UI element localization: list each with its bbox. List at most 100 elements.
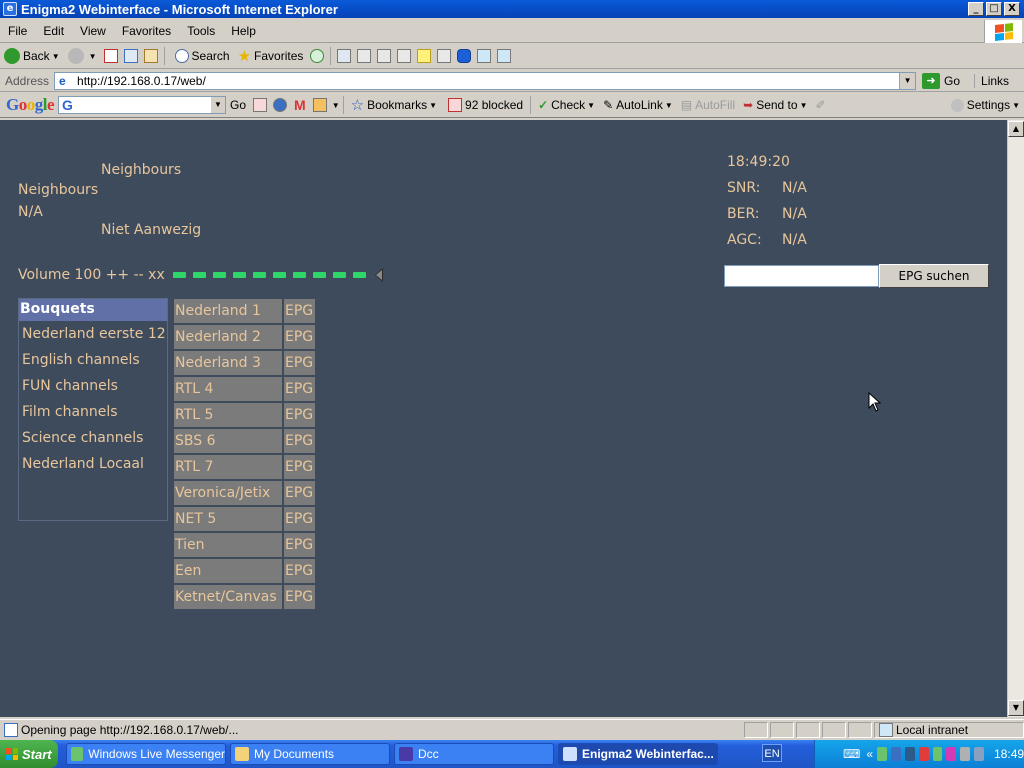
epg-search-input[interactable] — [724, 265, 879, 287]
channel-epg-link[interactable]: EPG — [284, 481, 315, 505]
notes-icon[interactable] — [417, 49, 432, 63]
channel-name[interactable]: Nederland 3 — [174, 351, 282, 375]
volume-segment[interactable] — [192, 272, 206, 278]
highlighter-button[interactable]: ✐ — [811, 94, 829, 116]
channel-epg-link[interactable]: EPG — [284, 559, 315, 583]
channel-epg-link[interactable]: EPG — [284, 377, 315, 401]
globe-icon[interactable] — [273, 98, 288, 112]
chevron-down-icon[interactable]: ▼ — [899, 72, 916, 89]
google-logo[interactable]: Google — [6, 95, 55, 115]
channel-name[interactable]: Nederland 2 — [174, 325, 282, 349]
edit-icon[interactable] — [377, 49, 392, 63]
channel-epg-link[interactable]: EPG — [284, 299, 315, 323]
google-search-input[interactable]: G ▼ — [58, 96, 227, 114]
address-input[interactable]: e http://192.168.0.17/web/ ▼ — [54, 71, 917, 90]
menu-edit[interactable]: Edit — [35, 24, 72, 38]
stop-icon[interactable] — [103, 49, 118, 63]
channel-name[interactable]: Tien — [174, 533, 282, 557]
keyboard-icon[interactable]: ⌨ — [843, 747, 860, 761]
tools-tray-icon[interactable] — [974, 747, 985, 761]
maximize-button[interactable]: □ — [986, 2, 1002, 16]
volume-segment[interactable] — [252, 272, 266, 278]
channel-name[interactable]: RTL 5 — [174, 403, 282, 427]
show-hidden-icons[interactable]: « — [866, 747, 873, 761]
scroll-down-icon[interactable]: ▼ — [1008, 700, 1024, 716]
autolink-button[interactable]: ✎ AutoLink ▼ — [599, 94, 677, 116]
bouquet-item[interactable]: Film channels — [19, 401, 167, 423]
monitor-icon[interactable] — [904, 747, 915, 761]
epg-search-button[interactable]: EPG suchen — [879, 264, 989, 288]
scroll-up-icon[interactable]: ▲ — [1008, 121, 1024, 137]
chevron-down-icon[interactable]: ▼ — [332, 101, 340, 110]
channel-name[interactable]: Veronica/Jetix — [174, 481, 282, 505]
links-button[interactable]: Links — [974, 73, 1009, 88]
bouquet-item[interactable]: English channels — [19, 349, 167, 371]
bookmarks-button[interactable]: ☆ Bookmarks ▼ — [347, 94, 441, 116]
menu-view[interactable]: View — [72, 24, 114, 38]
history-icon[interactable] — [310, 49, 325, 63]
start-button[interactable]: Start — [0, 740, 58, 768]
channel-epg-link[interactable]: EPG — [284, 403, 315, 427]
discuss-icon[interactable] — [397, 49, 412, 63]
bouquet-item[interactable]: Nederland eerste 12 — [19, 323, 167, 345]
channel-name[interactable]: Een — [174, 559, 282, 583]
volume-segment[interactable] — [272, 272, 286, 278]
bluetooth-tray-icon[interactable] — [946, 747, 957, 761]
volume-segment[interactable] — [332, 272, 346, 278]
channel-epg-link[interactable]: EPG — [284, 533, 315, 557]
gmail-icon[interactable]: M — [294, 97, 306, 113]
volume-text[interactable]: Volume 100 ++ -- xx — [18, 267, 165, 283]
menu-help[interactable]: Help — [223, 24, 264, 38]
tools-icon[interactable] — [497, 49, 512, 63]
channel-epg-link[interactable]: EPG — [284, 585, 315, 609]
volume-segment[interactable] — [312, 272, 326, 278]
task-my-documents[interactable]: My Documents — [230, 743, 390, 765]
minimize-button[interactable]: _ — [968, 2, 984, 16]
bluetooth-icon[interactable] — [457, 49, 472, 63]
bouquet-item[interactable]: Science channels — [19, 427, 167, 449]
volume-segment[interactable] — [212, 272, 226, 278]
language-indicator[interactable]: EN — [762, 744, 782, 762]
menu-tools[interactable]: Tools — [179, 24, 223, 38]
vertical-scrollbar[interactable]: ▲ ▼ — [1007, 120, 1024, 717]
channel-name[interactable]: Nederland 1 — [174, 299, 282, 323]
popup-blocker-button[interactable]: 92 blocked — [441, 94, 527, 116]
mail-icon[interactable] — [337, 49, 352, 63]
channel-epg-link[interactable]: EPG — [284, 507, 315, 531]
news-icon[interactable] — [253, 98, 268, 112]
volume-segment[interactable] — [232, 272, 246, 278]
tray-clock[interactable]: 18:49 — [994, 747, 1024, 761]
menu-file[interactable]: File — [0, 24, 35, 38]
go-button[interactable]: ➜ Go — [922, 72, 960, 89]
channel-epg-link[interactable]: EPG — [284, 455, 315, 479]
messenger-icon[interactable] — [437, 49, 452, 63]
spell-check-button[interactable]: ✓ Check ▼ — [534, 94, 599, 116]
forward-button[interactable]: ▼ — [64, 45, 101, 67]
security-zone[interactable]: Local intranet — [874, 721, 1024, 738]
task-dcc[interactable]: Dcc — [394, 743, 554, 765]
task-enigma2[interactable]: Enigma2 Webinterfac... — [558, 743, 718, 765]
channel-name[interactable]: RTL 4 — [174, 377, 282, 401]
volume-segment[interactable] — [292, 272, 306, 278]
search-button[interactable]: Search — [168, 45, 234, 67]
puzzle-icon[interactable] — [312, 98, 327, 112]
google-go-button[interactable]: Go — [226, 94, 250, 116]
task-messenger[interactable]: Windows Live Messenger — [66, 743, 226, 765]
bouquet-item[interactable]: FUN channels — [19, 375, 167, 397]
address-url[interactable]: http://192.168.0.17/web/ — [77, 74, 206, 88]
send-to-button[interactable]: ➥ Send to ▼ — [739, 94, 811, 116]
favorites-button[interactable]: ★ Favorites — [234, 45, 308, 67]
channel-epg-link[interactable]: EPG — [284, 325, 315, 349]
channel-epg-link[interactable]: EPG — [284, 351, 315, 375]
bouquet-item[interactable]: Nederland Locaal — [19, 453, 167, 475]
print-icon[interactable] — [357, 49, 372, 63]
settings-tray-icon[interactable] — [960, 747, 971, 761]
channel-name[interactable]: NET 5 — [174, 507, 282, 531]
antivirus-icon[interactable] — [918, 747, 929, 761]
volume-bar[interactable] — [172, 272, 366, 278]
menu-favorites[interactable]: Favorites — [114, 24, 179, 38]
settings-button[interactable]: Settings ▼ — [947, 94, 1024, 116]
chevron-down-icon[interactable]: ▼ — [211, 97, 226, 113]
autofill-button[interactable]: ▤ AutoFill — [677, 94, 739, 116]
channel-name[interactable]: RTL 7 — [174, 455, 282, 479]
